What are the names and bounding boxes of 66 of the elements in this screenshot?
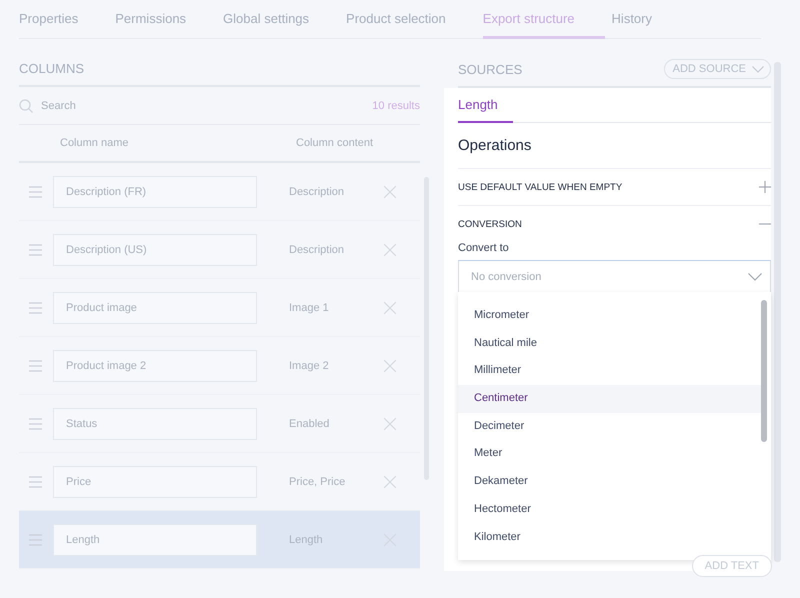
dropdown-option[interactable]: Dekameter <box>458 468 761 496</box>
scrollbar[interactable] <box>761 300 767 442</box>
close-icon[interactable] <box>384 186 396 198</box>
column-name-field[interactable]: Description (US) <box>53 234 257 266</box>
column-content: Description <box>289 186 346 198</box>
column-name-field[interactable]: Description (FR) <box>53 176 257 208</box>
column-row[interactable]: Status Enabled <box>19 395 420 453</box>
drag-handle-icon[interactable] <box>29 302 42 314</box>
column-row[interactable]: Product image Image 1 <box>19 279 420 337</box>
column-content: Enabled <box>289 418 330 430</box>
dropdown-option[interactable]: Decimeter <box>458 412 761 440</box>
column-content: Image 1 <box>289 302 330 314</box>
column-row[interactable]: Description (US) Description <box>19 221 420 279</box>
drag-handle-icon[interactable] <box>29 186 42 198</box>
scrollbar[interactable] <box>774 62 781 562</box>
close-icon[interactable] <box>384 476 396 488</box>
tab[interactable]: Permissions <box>115 11 216 39</box>
tab[interactable]: Product selection <box>346 11 476 39</box>
column-row[interactable]: Description (FR) Description <box>19 163 420 221</box>
close-icon[interactable] <box>384 360 396 372</box>
close-icon[interactable] <box>384 244 396 256</box>
results-count: 10 results <box>372 100 420 112</box>
column-row[interactable]: Price Price, Price <box>19 453 420 511</box>
add-text-button[interactable]: ADD TEXT <box>692 555 772 577</box>
column-name-field[interactable]: Status <box>53 408 257 440</box>
column-content: Description <box>289 244 346 256</box>
drag-handle-icon[interactable] <box>29 418 42 430</box>
tab[interactable]: Global settings <box>223 11 340 39</box>
column-content: Image 2 <box>289 360 330 372</box>
dropdown-option[interactable]: Millimeter <box>458 357 761 386</box>
dropdown-option[interactable]: Micrometer <box>458 302 761 330</box>
column-name-field[interactable]: Product image <box>53 292 257 324</box>
dropdown-option[interactable]: Hectometer <box>458 496 761 524</box>
column-name-field[interactable]: Length <box>53 524 257 556</box>
dropdown-option[interactable]: Nautical mile <box>458 330 761 358</box>
add-source-button[interactable]: ADD SOURCE <box>664 59 771 79</box>
tab[interactable]: Export structure <box>482 11 605 39</box>
dropdown-option[interactable]: Meter <box>458 440 761 468</box>
search-field[interactable]: Search <box>41 100 364 112</box>
expand-icon[interactable] <box>759 181 771 193</box>
close-icon[interactable] <box>384 418 396 430</box>
field-label: Convert to <box>458 242 510 254</box>
tab[interactable]: Properties <box>19 11 108 39</box>
dropdown-option[interactable]: Kilometer <box>458 524 761 552</box>
column-header: Column content <box>296 137 374 149</box>
operation-title[interactable]: CONVERSION <box>458 218 522 230</box>
section-title: SOURCES <box>458 62 522 76</box>
search-icon <box>19 98 33 112</box>
drag-handle-icon[interactable] <box>29 360 42 372</box>
column-name-field[interactable]: Product image 2 <box>53 350 257 382</box>
drag-handle-icon[interactable] <box>29 476 42 488</box>
column-header: Column name <box>60 137 130 149</box>
section-title: COLUMNS <box>19 52 420 87</box>
chevron-down-icon <box>752 66 764 72</box>
dropdown-option[interactable]: Centimeter <box>458 385 761 413</box>
operation-title[interactable]: USE DEFAULT VALUE WHEN EMPTY <box>458 182 622 192</box>
drag-handle-icon[interactable] <box>29 534 42 546</box>
chevron-down-icon <box>748 272 762 280</box>
column-row[interactable]: Product image 2 Image 2 <box>19 337 420 395</box>
close-icon[interactable] <box>384 302 396 314</box>
tab[interactable]: Length <box>458 88 513 123</box>
operations-title: Operations <box>458 123 771 169</box>
column-content: Price, Price <box>289 476 346 488</box>
drag-handle-icon[interactable] <box>29 244 42 256</box>
column-name-field[interactable]: Price <box>53 466 257 498</box>
tab[interactable]: History <box>612 11 682 39</box>
